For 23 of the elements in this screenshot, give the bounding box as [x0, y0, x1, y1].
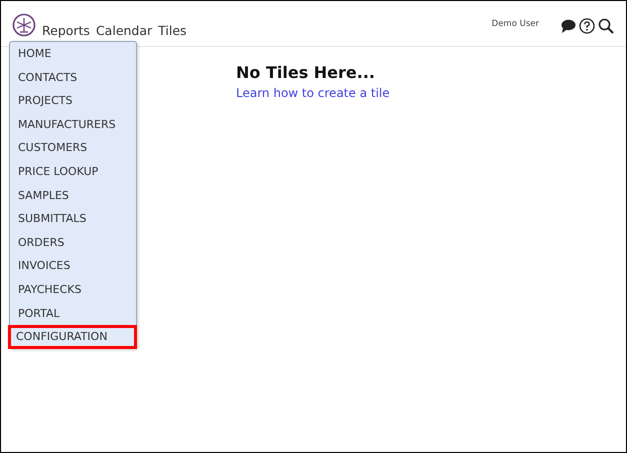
user-name[interactable]: Demo User [492, 19, 539, 29]
nav-link[interactable]: Reports [42, 23, 90, 38]
logo-icon[interactable] [12, 13, 36, 37]
menu-item[interactable]: INVOICES [10, 254, 136, 278]
menu-item[interactable]: SUBMITTALS [10, 207, 136, 231]
help-icon[interactable] [579, 18, 595, 34]
menu-item[interactable]: SAMPLES [10, 184, 136, 208]
menu-item[interactable]: CONTACTS [10, 66, 136, 90]
menu-item[interactable]: MANUFACTURERS [10, 112, 136, 136]
nav-link[interactable]: Tiles [158, 23, 187, 38]
chat-icon[interactable] [560, 18, 576, 34]
help-link[interactable]: Learn how to create a tile [236, 86, 390, 100]
menu-item[interactable]: ORDERS [10, 230, 136, 254]
nav-link[interactable]: Calendar [96, 23, 152, 38]
menu-item[interactable]: PORTAL [10, 302, 136, 326]
menu-item[interactable]: PROJECTS [10, 89, 136, 113]
empty-heading: No Tiles Here... [236, 63, 375, 82]
menu-item[interactable]: PRICE LOOKUP [10, 160, 136, 184]
menu-item[interactable]: HOME [10, 42, 136, 66]
menu-item[interactable]: CONFIGURATION [8, 325, 137, 349]
menu-item[interactable]: PAYCHECKS [10, 278, 136, 302]
menu-item[interactable]: CUSTOMERS [10, 136, 136, 160]
search-icon[interactable] [598, 18, 614, 34]
